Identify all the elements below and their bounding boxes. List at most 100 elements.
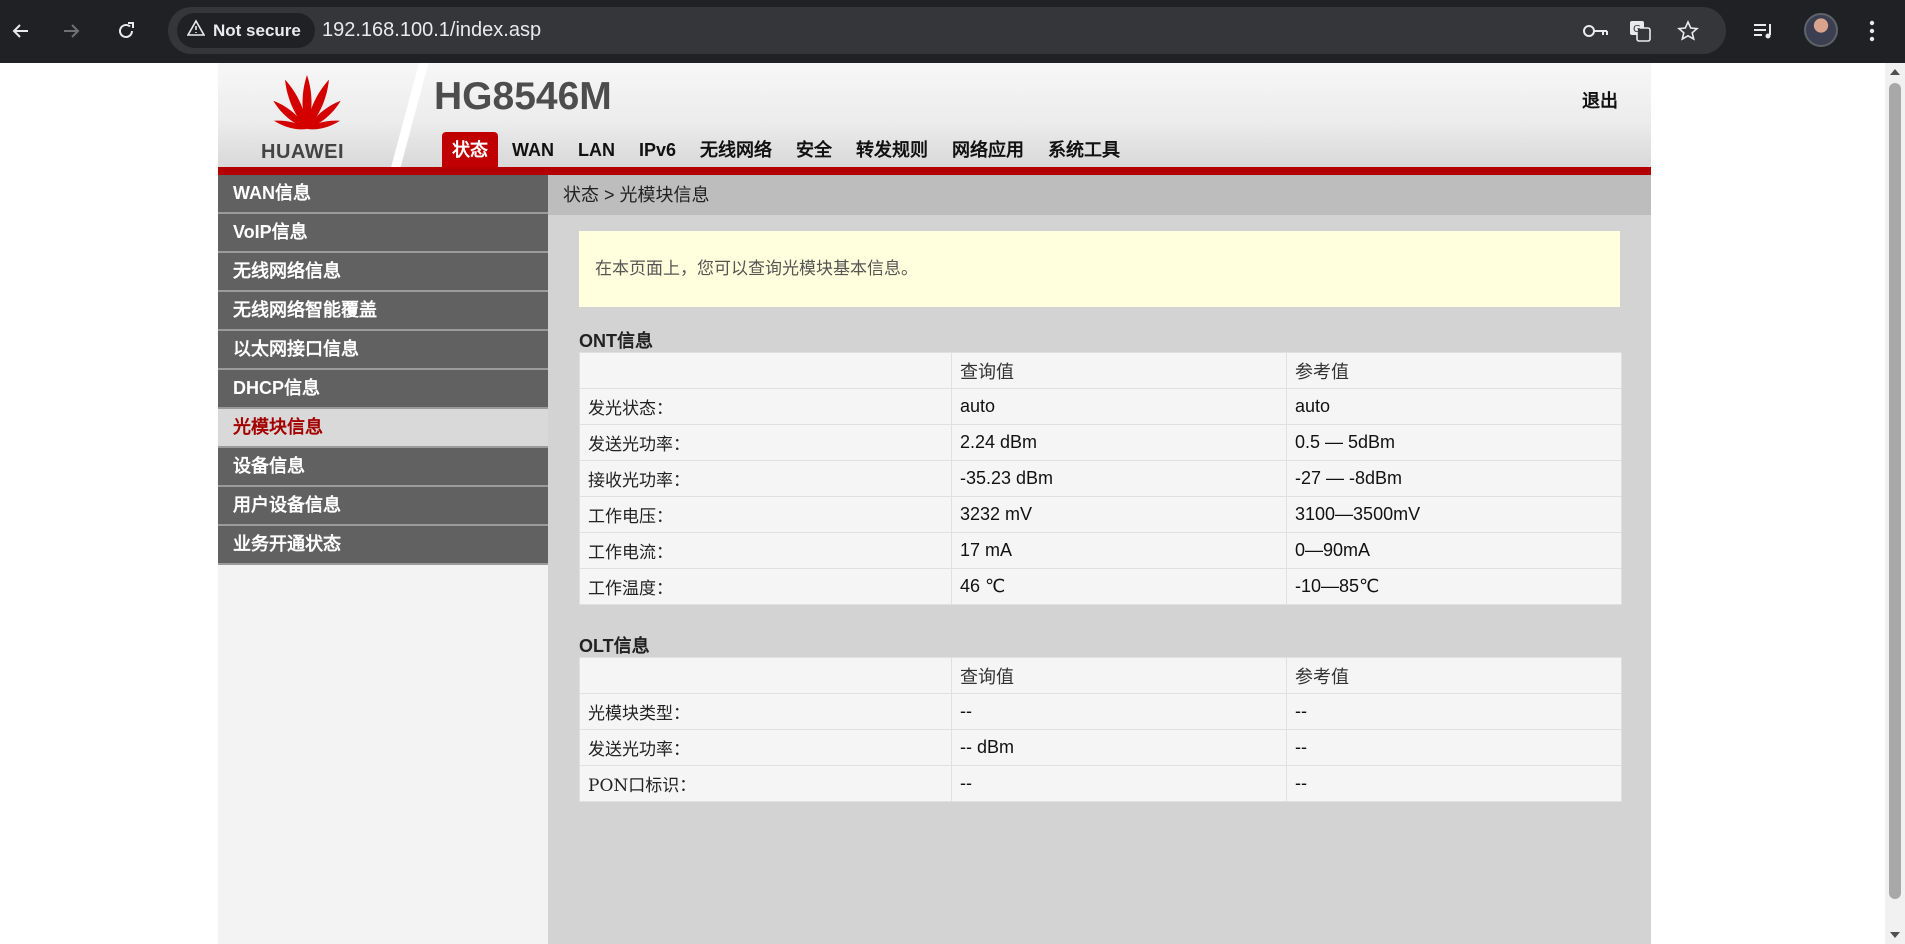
query-value: -- [951, 693, 1287, 730]
table-row: 工作电压： 3232 mV 3100—3500mV [579, 496, 1622, 533]
breadcrumb: 状态 > 光模块信息 [548, 175, 1651, 215]
table-header-cell: 参考值 [1286, 352, 1622, 389]
query-value: -35.23 dBm [951, 460, 1287, 497]
reference-value: auto [1286, 388, 1622, 425]
key-icon[interactable] [1581, 16, 1611, 46]
table-header-row: 查询值 参考值 [579, 352, 1622, 389]
tab-forwarding[interactable]: 转发规则 [846, 132, 938, 170]
security-label: Not secure [213, 20, 301, 40]
svg-text:G: G [1633, 24, 1641, 35]
reference-value: -- [1286, 729, 1622, 766]
row-label: 发送光功率： [579, 729, 952, 766]
tab-security[interactable]: 安全 [786, 132, 842, 170]
reference-value: -- [1286, 693, 1622, 730]
query-value: 17 mA [951, 532, 1287, 569]
page-scrollbar[interactable] [1885, 63, 1905, 944]
ont-section-title: ONT信息 [579, 331, 653, 351]
page-description: 在本页面上，您可以查询光模块基本信息。 [579, 231, 1620, 307]
sidebar-item-service-status[interactable]: 业务开通状态 [218, 526, 548, 565]
sidebar: WAN信息 VoIP信息 无线网络信息 无线网络智能覆盖 以太网接口信息 DHC… [218, 175, 548, 944]
table-header-cell: 查询值 [951, 657, 1287, 694]
header-red-bar [218, 167, 1651, 175]
row-label: 工作电流： [579, 532, 952, 569]
address-bar[interactable]: Not secure 192.168.100.1/index.asp G [168, 7, 1726, 54]
sidebar-item-wireless-coverage[interactable]: 无线网络智能覆盖 [218, 292, 548, 331]
table-header-cell [579, 352, 952, 389]
query-value: -- [951, 765, 1287, 802]
back-arrow-icon[interactable] [2, 12, 40, 50]
tab-network-apps[interactable]: 网络应用 [942, 132, 1034, 170]
huawei-logo: HUAWEI [218, 63, 384, 170]
scroll-up-arrow-icon[interactable] [1890, 69, 1900, 75]
table-header-cell: 参考值 [1286, 657, 1622, 694]
sidebar-item-voip-info[interactable]: VoIP信息 [218, 214, 548, 253]
reading-list-icon[interactable] [1745, 12, 1783, 50]
tab-lan[interactable]: LAN [568, 132, 625, 170]
tab-wan[interactable]: WAN [502, 132, 564, 170]
reference-value: -- [1286, 765, 1622, 802]
more-menu-icon[interactable] [1853, 12, 1891, 50]
sidebar-item-wireless-info[interactable]: 无线网络信息 [218, 253, 548, 292]
row-label: 工作电压： [579, 496, 952, 533]
translate-icon[interactable]: G [1625, 16, 1655, 46]
table-row: 发送光功率： 2.24 dBm 0.5 — 5dBm [579, 424, 1622, 461]
sidebar-item-optical-info[interactable]: 光模块信息 [218, 409, 548, 448]
reference-value: -10—85℃ [1286, 568, 1622, 605]
reference-value: 0.5 — 5dBm [1286, 424, 1622, 461]
row-label: 接收光功率： [579, 460, 952, 497]
table-row: 工作电流： 17 mA 0—90mA [579, 532, 1622, 569]
main-content: 状态 > 光模块信息 在本页面上，您可以查询光模块基本信息。 ONT信息 查询值… [548, 175, 1651, 944]
scrollbar-thumb[interactable] [1889, 83, 1901, 899]
row-label: 光模块类型： [579, 693, 952, 730]
router-header: HUAWEI HG8546M 退出 状态 WAN LAN IPv6 无线网络 安… [218, 63, 1651, 170]
row-label: PON口标识： [579, 765, 952, 802]
brand-name: HUAWEI [261, 141, 344, 163]
table-row: 发光状态： auto auto [579, 388, 1622, 425]
sidebar-item-ethernet-info[interactable]: 以太网接口信息 [218, 331, 548, 370]
reference-value: 3100—3500mV [1286, 496, 1622, 533]
logout-link[interactable]: 退出 [1582, 87, 1618, 113]
warning-icon [186, 19, 206, 42]
tab-wireless[interactable]: 无线网络 [690, 132, 782, 170]
sidebar-item-dhcp-info[interactable]: DHCP信息 [218, 370, 548, 409]
scroll-down-arrow-icon[interactable] [1890, 932, 1900, 938]
query-value: 2.24 dBm [951, 424, 1287, 461]
table-header-row: 查询值 参考值 [579, 657, 1622, 694]
reference-value: -27 — -8dBm [1286, 460, 1622, 497]
table-row: 接收光功率： -35.23 dBm -27 — -8dBm [579, 460, 1622, 497]
query-value: -- dBm [951, 729, 1287, 766]
tab-status[interactable]: 状态 [442, 132, 498, 170]
security-chip[interactable]: Not secure [177, 13, 315, 48]
huawei-flower-icon [273, 75, 341, 130]
olt-info-table: 查询值 参考值 光模块类型： -- -- 发送光功率： -- dBm -- PO… [579, 657, 1622, 802]
table-header-cell: 查询值 [951, 352, 1287, 389]
main-nav-tabs: 状态 WAN LAN IPv6 无线网络 安全 转发规则 网络应用 系统工具 [442, 132, 1134, 170]
sidebar-item-device-info[interactable]: 设备信息 [218, 448, 548, 487]
query-value: auto [951, 388, 1287, 425]
table-row: 光模块类型： -- -- [579, 693, 1622, 730]
forward-arrow-icon[interactable] [52, 12, 90, 50]
table-row: 发送光功率： -- dBm -- [579, 729, 1622, 766]
olt-section-title: OLT信息 [579, 636, 650, 656]
reload-icon[interactable] [107, 12, 145, 50]
sidebar-item-wan-info[interactable]: WAN信息 [218, 175, 548, 214]
bookmark-star-icon[interactable] [1673, 16, 1703, 46]
router-admin-page: HUAWEI HG8546M 退出 状态 WAN LAN IPv6 无线网络 安… [218, 63, 1651, 944]
tab-ipv6[interactable]: IPv6 [629, 132, 686, 170]
query-value: 46 ℃ [951, 568, 1287, 605]
ont-info-table: 查询值 参考值 发光状态： auto auto 发送光功率： 2.24 dBm … [579, 352, 1622, 605]
row-label: 发光状态： [579, 388, 952, 425]
header-divider [384, 63, 434, 170]
tab-system-tools[interactable]: 系统工具 [1038, 132, 1130, 170]
url-text[interactable]: 192.168.100.1/index.asp [322, 19, 541, 42]
row-label: 工作温度： [579, 568, 952, 605]
profile-avatar[interactable] [1804, 13, 1838, 47]
reference-value: 0—90mA [1286, 532, 1622, 569]
table-row: 工作温度： 46 ℃ -10—85℃ [579, 568, 1622, 605]
table-row: PON口标识： -- -- [579, 765, 1622, 802]
row-label: 发送光功率： [579, 424, 952, 461]
browser-toolbar: Not secure 192.168.100.1/index.asp G [0, 0, 1905, 63]
model-title: HG8546M [434, 75, 612, 118]
table-header-cell [579, 657, 952, 694]
sidebar-item-user-device-info[interactable]: 用户设备信息 [218, 487, 548, 526]
